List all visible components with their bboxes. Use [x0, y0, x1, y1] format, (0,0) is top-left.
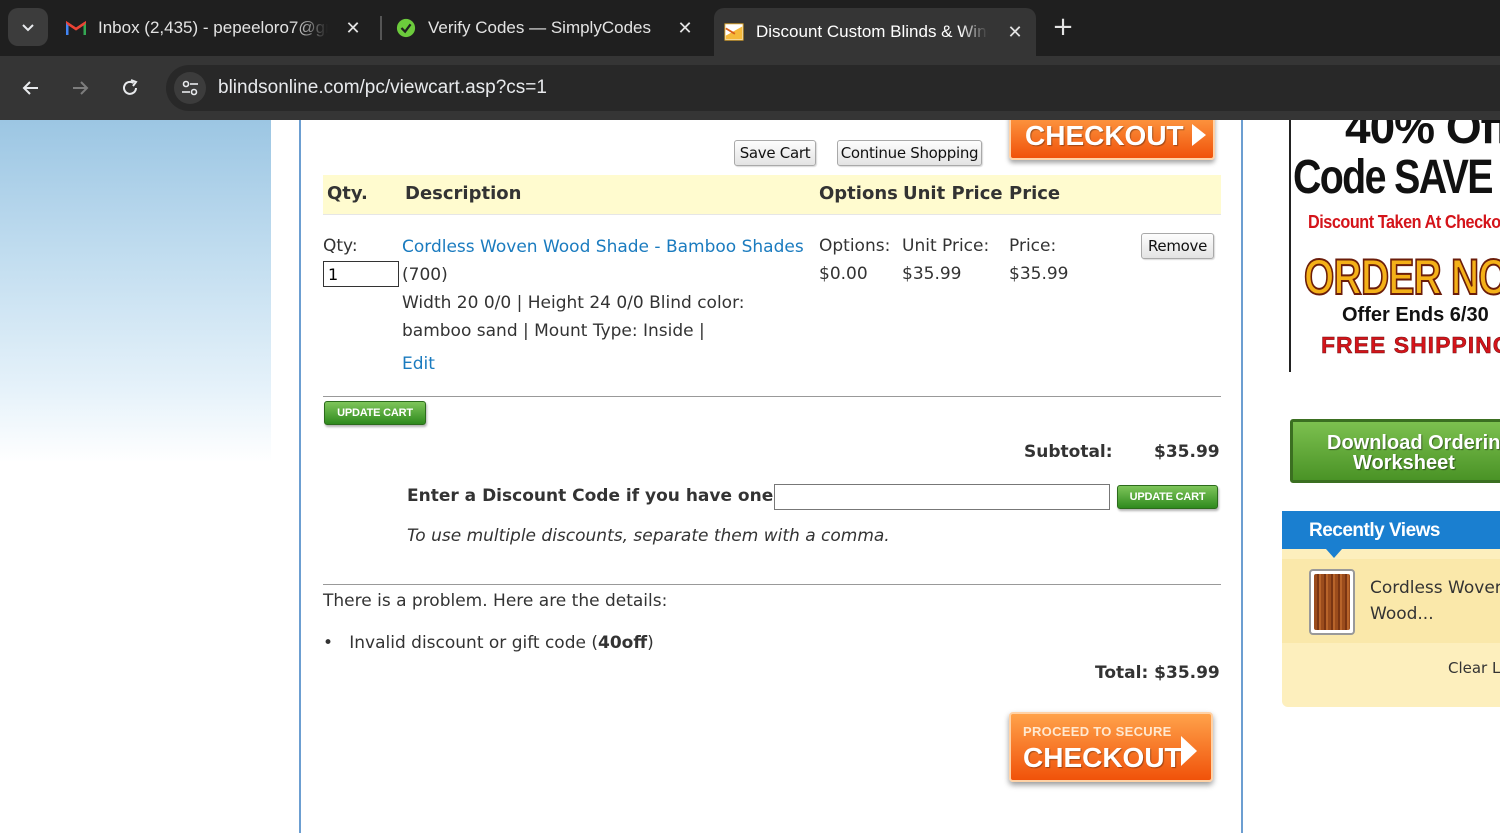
- qty-input[interactable]: [323, 261, 399, 287]
- download-worksheet-button[interactable]: Download Ordering Worksheet: [1290, 419, 1500, 483]
- recently-viewed-panel: Cordless Woven Wood... Recently Views Cl…: [1282, 511, 1500, 707]
- reload-button[interactable]: [114, 72, 146, 104]
- download-line1: Download Ordering: [1327, 432, 1500, 454]
- promo-discount: 40% Off: [1345, 120, 1500, 153]
- promo-order-now: ORDER NOW: [1303, 248, 1500, 306]
- checkout-button-top[interactable]: CHECKOUT: [1009, 120, 1215, 160]
- promo-banner[interactable]: 40% Off Code SAVE Discount Taken At Chec…: [1289, 120, 1500, 372]
- close-tab-icon[interactable]: ✕: [674, 17, 696, 39]
- edit-link[interactable]: Edit: [402, 350, 435, 378]
- proceed-big-label: CHECKOUT: [1023, 742, 1182, 773]
- product-details-line2: bamboo sand | Mount Type: Inside |: [402, 321, 705, 341]
- tab-gmail[interactable]: Inbox (2,435) - pepeeloro7@gmail.com ✕: [56, 8, 374, 48]
- recently-viewed-title: Recently Views: [1309, 520, 1441, 541]
- remove-button[interactable]: Remove: [1141, 233, 1214, 259]
- qty-label: Qty:: [323, 236, 358, 256]
- error-prefix: Invalid discount or gift code (: [349, 633, 598, 653]
- recently-viewed-header: Recently Views: [1282, 511, 1500, 549]
- new-tab-icon[interactable]: +: [1050, 14, 1076, 40]
- header-pointer: [1326, 549, 1342, 558]
- header-description: Description: [405, 183, 522, 204]
- recent-item-line2: Wood...: [1370, 604, 1434, 624]
- problem-text: There is a problem. Here are the details…: [323, 591, 668, 611]
- header-options: Options: [819, 183, 898, 204]
- tune-icon: [182, 80, 198, 96]
- proceed-checkout-button[interactable]: PROCEED TO SECURE CHECKOUT: [1009, 712, 1213, 782]
- url-text: blindsonline.com/pc/viewcart.asp?cs=1: [218, 77, 547, 98]
- save-cart-button[interactable]: Save Cart: [734, 140, 816, 166]
- header-unit-price: Unit Price: [903, 183, 1003, 204]
- recent-item[interactable]: Cordless Woven Wood...: [1282, 559, 1500, 643]
- options-label: Options:: [819, 236, 891, 256]
- blindsonline-icon: [724, 22, 744, 42]
- continue-shopping-button[interactable]: Continue Shopping: [837, 140, 982, 166]
- error-suffix: ): [647, 633, 654, 653]
- subtotal-value: $35.99: [1154, 442, 1220, 462]
- site-info-button[interactable]: [174, 72, 206, 104]
- back-button[interactable]: [15, 72, 47, 104]
- gmail-icon: [66, 18, 86, 38]
- tab-blindsonline[interactable]: Discount Custom Blinds & Window Shades ✕: [714, 8, 1036, 56]
- arrow-right-icon: [1191, 124, 1206, 146]
- discount-code-input[interactable]: [774, 484, 1110, 510]
- left-background: [0, 120, 271, 833]
- options-value: $0.00: [819, 264, 868, 284]
- discount-note: To use multiple discounts, separate them…: [407, 526, 890, 546]
- error-item: • Invalid discount or gift code (40off): [323, 629, 654, 657]
- tab-bar: Inbox (2,435) - pepeeloro7@gmail.com ✕ V…: [0, 0, 1500, 56]
- chevron-down-icon: [22, 24, 34, 32]
- tab-simplycodes[interactable]: Verify Codes — SimplyCodes ✕: [386, 8, 706, 48]
- error-code: 40off: [598, 633, 648, 653]
- forward-button[interactable]: [64, 72, 96, 104]
- unit-price-label: Unit Price:: [902, 236, 990, 256]
- recent-item-line1: Cordless Woven: [1370, 578, 1500, 598]
- product-details-line1: Width 20 0/0 | Height 24 0/0 Blind color…: [402, 293, 745, 313]
- product-thumbnail: [1309, 569, 1355, 635]
- header-qty: Qty.: [327, 183, 368, 204]
- subtotal-label: Subtotal:: [1024, 442, 1113, 462]
- price-label: Price:: [1009, 236, 1057, 256]
- discount-update-button[interactable]: UPDATE CART: [1117, 485, 1218, 509]
- download-line2: Worksheet: [1353, 452, 1455, 474]
- product-sku: (700): [402, 265, 448, 285]
- tab-title: Discount Custom Blinds & Window Shades: [756, 22, 988, 41]
- promo-code: Code SAVE: [1293, 151, 1493, 204]
- promo-free-shipping: FREE SHIPPING: [1321, 332, 1500, 359]
- cart-table-header: Qty. Description Options Unit Price Pric…: [323, 175, 1221, 215]
- bullet: •: [323, 633, 350, 653]
- browser-toolbar: blindsonline.com/pc/viewcart.asp?cs=1: [0, 56, 1500, 120]
- promo-note: Discount Taken At Checkout: [1308, 212, 1500, 232]
- product-link[interactable]: Cordless Woven Wood Shade - Bamboo Shade…: [402, 233, 804, 261]
- divider: [323, 584, 1221, 585]
- close-tab-icon[interactable]: ✕: [342, 17, 364, 39]
- checkout-label: CHECKOUT: [1025, 120, 1184, 151]
- arrow-left-icon: [22, 81, 38, 95]
- recent-item-name: Cordless Woven Wood...: [1370, 575, 1500, 627]
- price-value: $35.99: [1009, 264, 1069, 284]
- promo-offer-ends: Offer Ends 6/30: [1342, 304, 1489, 326]
- tab-title: Inbox (2,435) - pepeeloro7@gmail.com: [98, 18, 328, 37]
- reload-icon: [123, 79, 138, 95]
- update-cart-button[interactable]: UPDATE CART: [324, 401, 426, 425]
- simplycodes-icon: [396, 18, 416, 38]
- tab-search-button[interactable]: [8, 8, 48, 46]
- clear-list-link[interactable]: Clear List: [1448, 659, 1500, 677]
- proceed-small-label: PROCEED TO SECURE: [1023, 724, 1172, 739]
- divider: [323, 396, 1221, 397]
- web-page: Save Cart Continue Shopping CHECKOUT Qty…: [0, 120, 1500, 833]
- header-price: Price: [1009, 183, 1061, 204]
- address-bar[interactable]: blindsonline.com/pc/viewcart.asp?cs=1: [166, 65, 1500, 111]
- total-text: Total: $35.99: [1095, 663, 1220, 683]
- discount-label: Enter a Discount Code if you have one:: [407, 486, 781, 506]
- arrow-right-icon: [1181, 736, 1197, 766]
- unit-price-value: $35.99: [902, 264, 962, 284]
- tab-title: Verify Codes — SimplyCodes: [428, 18, 651, 37]
- arrow-right-icon: [73, 81, 89, 95]
- cart-panel: Save Cart Continue Shopping CHECKOUT Qty…: [299, 120, 1243, 833]
- tab-divider: [380, 16, 382, 40]
- close-tab-icon[interactable]: ✕: [1004, 21, 1026, 43]
